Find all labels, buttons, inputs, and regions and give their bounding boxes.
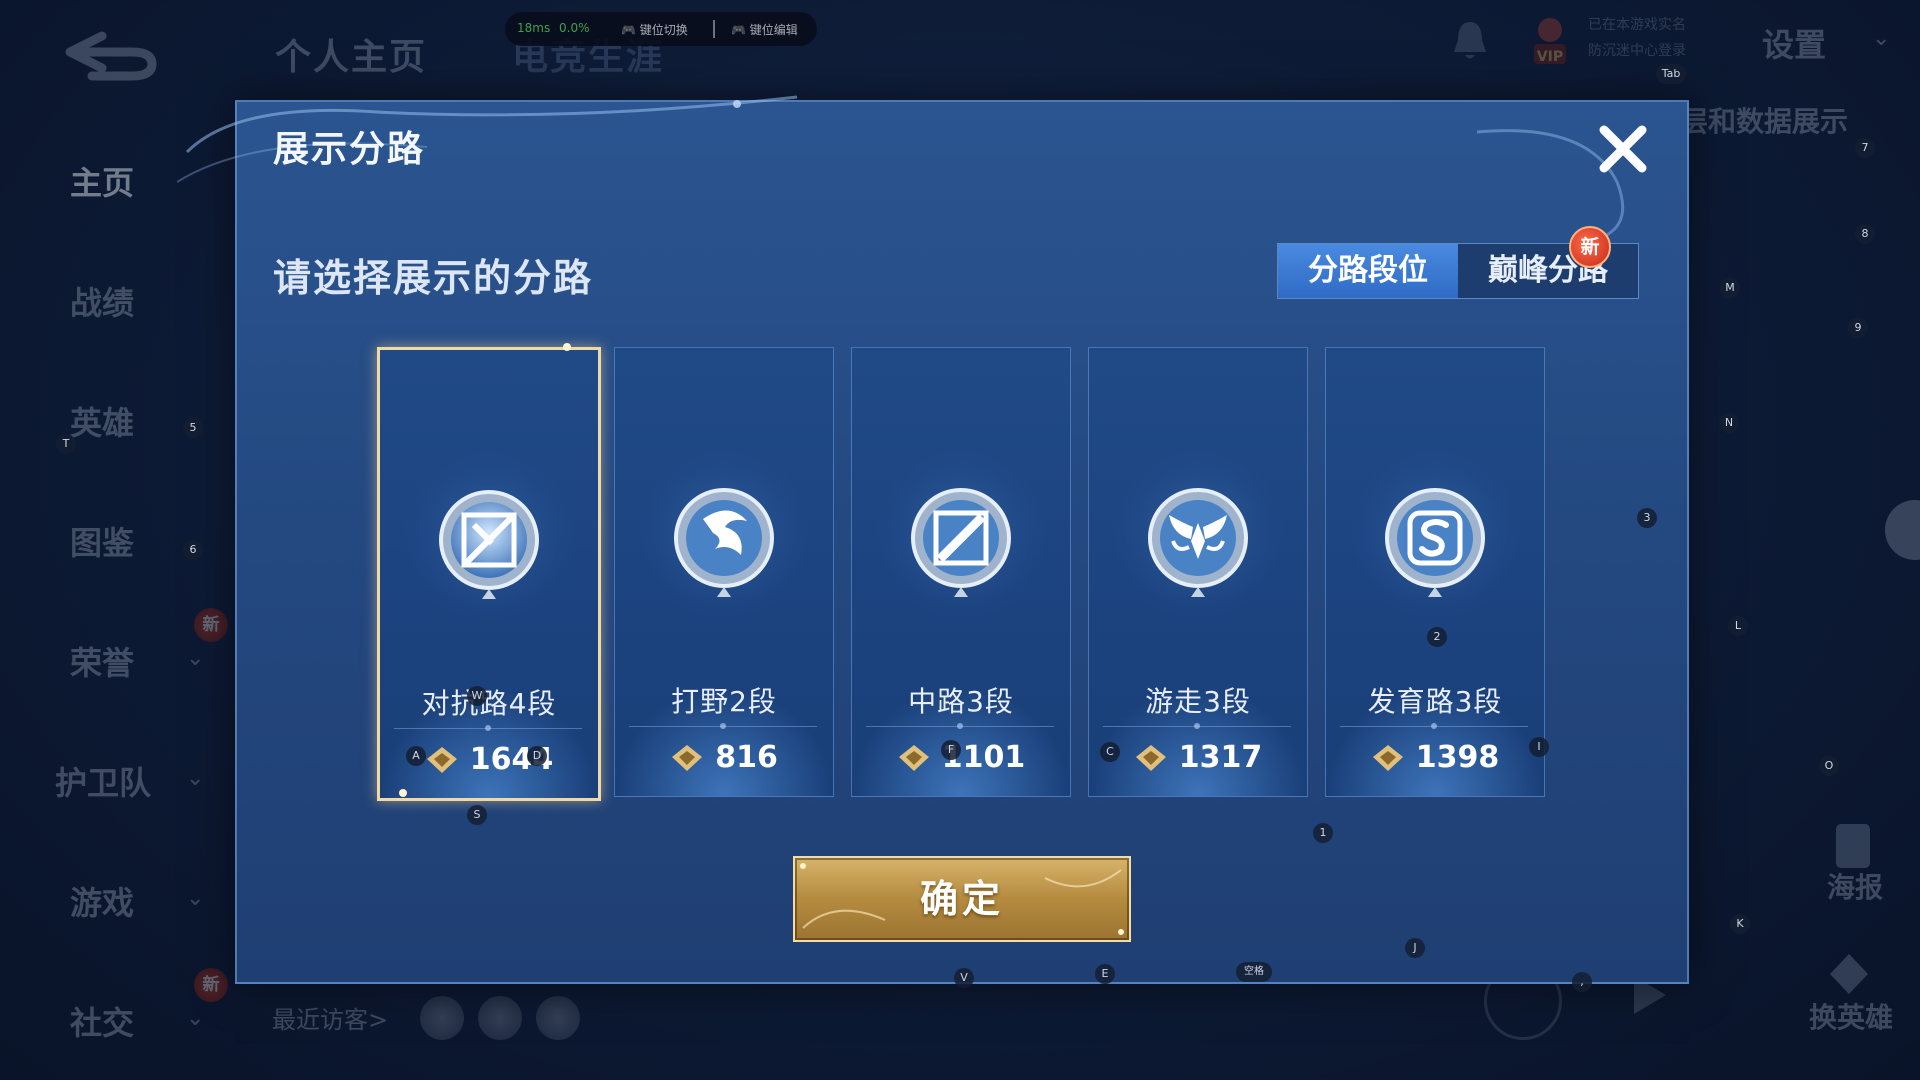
divider-dot xyxy=(1431,723,1437,729)
key-hint: T xyxy=(56,434,76,454)
lane-rank-label: 游走3段 xyxy=(1145,685,1251,718)
mid-lane-emblem-icon xyxy=(911,488,1011,597)
roam-wings-emblem-icon xyxy=(1148,488,1248,597)
lane-score-value: 1398 xyxy=(1415,740,1500,775)
clash-lane-emblem-icon xyxy=(439,490,539,599)
lane-rank-label: 对抗路4段 xyxy=(421,687,557,720)
key-hint: 6 xyxy=(183,540,203,560)
lane-score-value: 816 xyxy=(715,740,778,775)
key-hint: 1 xyxy=(1313,823,1333,843)
key-hint: W xyxy=(467,686,487,706)
key-hint: M xyxy=(1720,278,1740,298)
key-hint: C xyxy=(1100,742,1120,762)
key-hint: 2 xyxy=(1427,627,1447,647)
lane-card-clash[interactable]: 对抗路4段 1644 xyxy=(377,347,601,801)
score-row: 1101 xyxy=(852,740,1070,780)
divider-dot xyxy=(720,723,726,729)
key-hint: 8 xyxy=(1855,224,1875,244)
key-hint: V xyxy=(954,968,974,988)
divider-dot xyxy=(957,723,963,729)
rank-score-icon xyxy=(672,744,703,771)
score-row: 1317 xyxy=(1089,740,1307,780)
key-hint: 7 xyxy=(1855,138,1875,158)
score-row: 1398 xyxy=(1326,740,1544,780)
lane-card-jungle[interactable]: 打野2段 816 xyxy=(614,347,834,797)
lane-card-mid[interactable]: 中路3段 1101 xyxy=(851,347,1071,797)
key-hint: 9 xyxy=(1848,318,1868,338)
lane-card-farm[interactable]: 发育路3段 1398 xyxy=(1325,347,1545,797)
rank-score-icon xyxy=(426,746,457,773)
tab-peak-lane[interactable]: 巅峰分路 xyxy=(1458,244,1638,298)
lane-display-dialog: 展示分路 请选择展示的分路 分路段位 巅峰分路 新 对抗路4段 1644 打野2… xyxy=(177,95,1689,984)
confirm-label: 确定 xyxy=(919,877,1004,921)
key-hint: L xyxy=(1728,616,1748,636)
dialog-title: 展示分路 xyxy=(273,129,426,170)
rank-score-icon xyxy=(898,744,929,771)
key-hint: 5 xyxy=(183,418,203,438)
selection-corner-dot xyxy=(399,789,407,797)
score-row: 816 xyxy=(615,740,833,780)
key-hint: D xyxy=(527,746,547,766)
key-hint-space: 空格 xyxy=(1236,962,1272,982)
key-hint: J xyxy=(1405,938,1425,958)
key-hint: F xyxy=(941,740,961,760)
close-icon[interactable] xyxy=(1592,118,1654,180)
jungle-dragon-emblem-icon xyxy=(674,488,774,597)
key-hint: 3 xyxy=(1637,508,1657,528)
divider-dot xyxy=(1194,723,1200,729)
lane-rank-label: 中路3段 xyxy=(908,685,1014,718)
key-hint: N xyxy=(1719,413,1739,433)
lane-rank-label: 打野2段 xyxy=(671,685,777,718)
dialog-subtitle: 请选择展示的分路 xyxy=(273,256,594,300)
lane-card-list: 对抗路4段 1644 打野2段 816 中路3段 1101 游走3段 1317 … xyxy=(377,343,1577,801)
key-hint: S xyxy=(467,805,487,825)
key-hint: E xyxy=(1095,964,1115,984)
divider-dot xyxy=(485,725,491,731)
lane-card-roam[interactable]: 游走3段 1317 xyxy=(1088,347,1308,797)
key-hint: O xyxy=(1819,756,1839,776)
key-hint: A xyxy=(406,746,426,766)
confirm-button[interactable]: 确定 xyxy=(793,856,1131,942)
key-hint: , xyxy=(1572,972,1592,992)
rank-score-icon xyxy=(1372,744,1403,771)
selection-corner-dot xyxy=(563,343,571,351)
tab-lane-rank[interactable]: 分路段位 xyxy=(1278,244,1458,298)
farm-lane-emblem-icon xyxy=(1385,488,1485,597)
peak-tab-new-badge: 新 xyxy=(1569,226,1611,268)
lane-score-value: 1317 xyxy=(1178,740,1263,775)
lane-rank-label: 发育路3段 xyxy=(1367,685,1503,718)
key-hint: I xyxy=(1529,737,1549,757)
rank-score-icon xyxy=(1135,744,1166,771)
key-hint: K xyxy=(1730,914,1750,934)
key-hint-tab: Tab xyxy=(1656,64,1686,84)
